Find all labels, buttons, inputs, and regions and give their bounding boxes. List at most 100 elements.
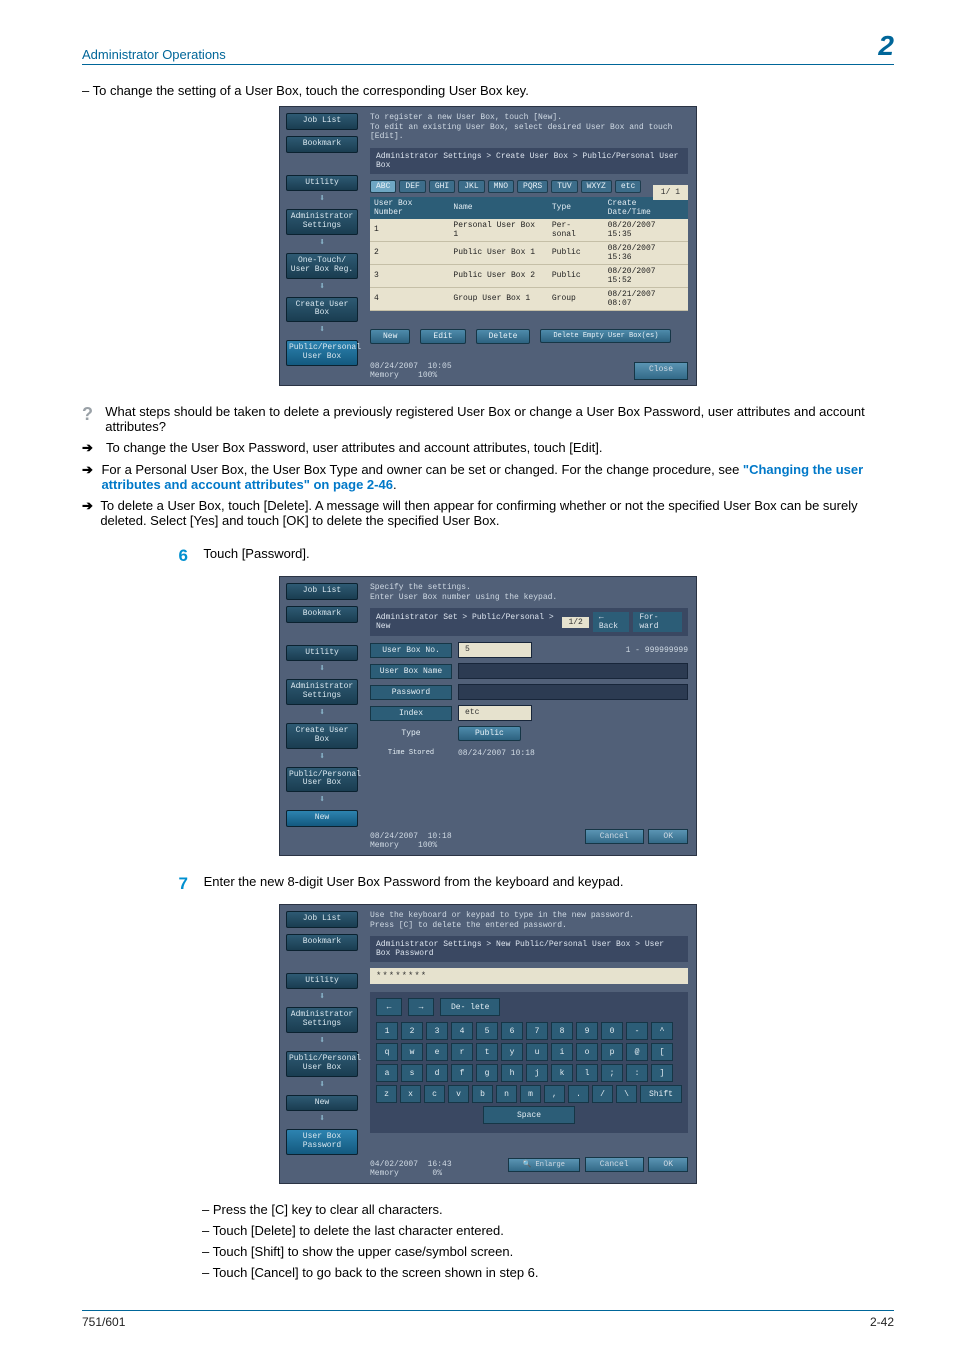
kb-key[interactable]: i	[551, 1043, 573, 1061]
kb-key[interactable]: j	[526, 1064, 548, 1082]
back-button[interactable]: ← Back	[593, 612, 629, 632]
kb-key[interactable]: l	[576, 1064, 598, 1082]
kb-key[interactable]: t	[476, 1043, 498, 1061]
kb-key[interactable]: 0	[601, 1022, 623, 1040]
table-row[interactable]: 3Public User Box 2Public08/20/2007 15:52	[370, 264, 688, 287]
kb-key[interactable]: @	[626, 1043, 648, 1061]
side-public-personal[interactable]: Public/Personal User Box	[286, 1051, 358, 1077]
side-admin-settings[interactable]: Administrator Settings	[286, 209, 358, 235]
side-create-userbox[interactable]: Create User Box	[286, 723, 358, 749]
side-bookmark[interactable]: Bookmark	[286, 136, 358, 153]
cancel-button[interactable]: Cancel	[585, 829, 644, 844]
table-row[interactable]: 1Personal User Box 1Per- sonal08/20/2007…	[370, 219, 688, 242]
side-utility[interactable]: Utility	[286, 973, 358, 990]
index-abc[interactable]: ABC	[370, 180, 396, 193]
side-bookmark[interactable]: Bookmark	[286, 606, 358, 623]
forward-button[interactable]: For- ward	[633, 612, 682, 632]
kb-key[interactable]: w	[401, 1043, 423, 1061]
side-admin-settings[interactable]: Administrator Settings	[286, 679, 358, 705]
kb-key[interactable]: x	[400, 1085, 421, 1103]
kb-key[interactable]: z	[376, 1085, 397, 1103]
side-job-list[interactable]: Job List	[286, 583, 358, 600]
kb-key[interactable]: e	[426, 1043, 448, 1061]
side-public-personal[interactable]: Public/Personal User Box	[286, 340, 358, 366]
type-public-button[interactable]: Public	[458, 726, 521, 741]
index-ghi[interactable]: GHI	[429, 180, 455, 193]
table-row[interactable]: 2Public User Box 1Public08/20/2007 15:36	[370, 241, 688, 264]
kb-key[interactable]: m	[520, 1085, 541, 1103]
side-create-userbox[interactable]: Create User Box	[286, 297, 358, 323]
new-button[interactable]: New	[370, 329, 410, 344]
kb-delete[interactable]: De- lete	[440, 998, 500, 1016]
kb-key[interactable]: .	[568, 1085, 589, 1103]
kb-key[interactable]: /	[592, 1085, 613, 1103]
userboxname-button[interactable]: User Box Name	[370, 664, 452, 679]
kb-key[interactable]: 5	[476, 1022, 498, 1040]
kb-key[interactable]: g	[476, 1064, 498, 1082]
side-public-personal[interactable]: Public/Personal User Box	[286, 767, 358, 793]
kb-shift[interactable]: Shift	[640, 1085, 682, 1103]
kb-key[interactable]: b	[472, 1085, 493, 1103]
kb-key[interactable]: -	[626, 1022, 648, 1040]
index-mno[interactable]: MNO	[488, 180, 514, 193]
kb-left-arrow[interactable]: ←	[376, 998, 402, 1016]
kb-key[interactable]: 6	[501, 1022, 523, 1040]
kb-right-arrow[interactable]: →	[408, 998, 434, 1016]
kb-key[interactable]: [	[651, 1043, 673, 1061]
ok-button[interactable]: OK	[648, 829, 688, 844]
kb-key[interactable]: 2	[401, 1022, 423, 1040]
side-utility[interactable]: Utility	[286, 175, 358, 192]
side-new[interactable]: New	[286, 810, 358, 827]
index-jkl[interactable]: JKL	[458, 180, 484, 193]
kb-key[interactable]: ,	[544, 1085, 565, 1103]
kb-key[interactable]: s	[401, 1064, 423, 1082]
enlarge-button[interactable]: 🔍 Enlarge	[508, 1158, 580, 1172]
kb-key[interactable]: k	[551, 1064, 573, 1082]
side-utility[interactable]: Utility	[286, 645, 358, 662]
side-admin-settings[interactable]: Administrator Settings	[286, 1007, 358, 1033]
kb-key[interactable]: 3	[426, 1022, 448, 1040]
index-def[interactable]: DEF	[399, 180, 425, 193]
kb-key[interactable]: c	[424, 1085, 445, 1103]
table-row[interactable]: 4Group User Box 1Group08/21/2007 08:07	[370, 287, 688, 310]
kb-space[interactable]: Space	[483, 1106, 575, 1124]
side-bookmark[interactable]: Bookmark	[286, 934, 358, 951]
side-new[interactable]: New	[286, 1095, 358, 1112]
kb-key[interactable]: p	[601, 1043, 623, 1061]
kb-key[interactable]: q	[376, 1043, 398, 1061]
kb-key[interactable]: v	[448, 1085, 469, 1103]
kb-key[interactable]: 8	[551, 1022, 573, 1040]
index-wxyz[interactable]: WXYZ	[581, 180, 612, 193]
kb-key[interactable]: 1	[376, 1022, 398, 1040]
side-job-list[interactable]: Job List	[286, 911, 358, 928]
kb-key[interactable]: ^	[651, 1022, 673, 1040]
kb-key[interactable]: y	[501, 1043, 523, 1061]
kb-key[interactable]: 4	[451, 1022, 473, 1040]
edit-button[interactable]: Edit	[420, 329, 465, 344]
kb-key[interactable]: r	[451, 1043, 473, 1061]
cancel-button[interactable]: Cancel	[585, 1157, 644, 1172]
password-button[interactable]: Password	[370, 685, 452, 700]
kb-key[interactable]: h	[501, 1064, 523, 1082]
kb-key[interactable]: ;	[601, 1064, 623, 1082]
kb-key[interactable]: 7	[526, 1022, 548, 1040]
kb-key[interactable]: \	[616, 1085, 637, 1103]
index-tuv[interactable]: TUV	[551, 180, 577, 193]
index-button[interactable]: Index	[370, 706, 452, 721]
kb-key[interactable]: d	[426, 1064, 448, 1082]
kb-key[interactable]: f	[451, 1064, 473, 1082]
kb-key[interactable]: n	[496, 1085, 517, 1103]
kb-key[interactable]: :	[626, 1064, 648, 1082]
kb-key[interactable]: o	[576, 1043, 598, 1061]
index-etc[interactable]: etc	[615, 180, 641, 193]
kb-key[interactable]: ]	[651, 1064, 673, 1082]
side-job-list[interactable]: Job List	[286, 113, 358, 130]
close-button[interactable]: Close	[634, 362, 688, 380]
delete-button[interactable]: Delete	[476, 329, 531, 344]
userboxno-value[interactable]: 5	[458, 642, 532, 658]
index-pqrs[interactable]: PQRS	[517, 180, 548, 193]
side-onetouch[interactable]: One-Touch/ User Box Reg.	[286, 253, 358, 279]
kb-key[interactable]: a	[376, 1064, 398, 1082]
kb-key[interactable]: u	[526, 1043, 548, 1061]
delete-empty-button[interactable]: Delete Empty User Box(es)	[540, 329, 671, 343]
